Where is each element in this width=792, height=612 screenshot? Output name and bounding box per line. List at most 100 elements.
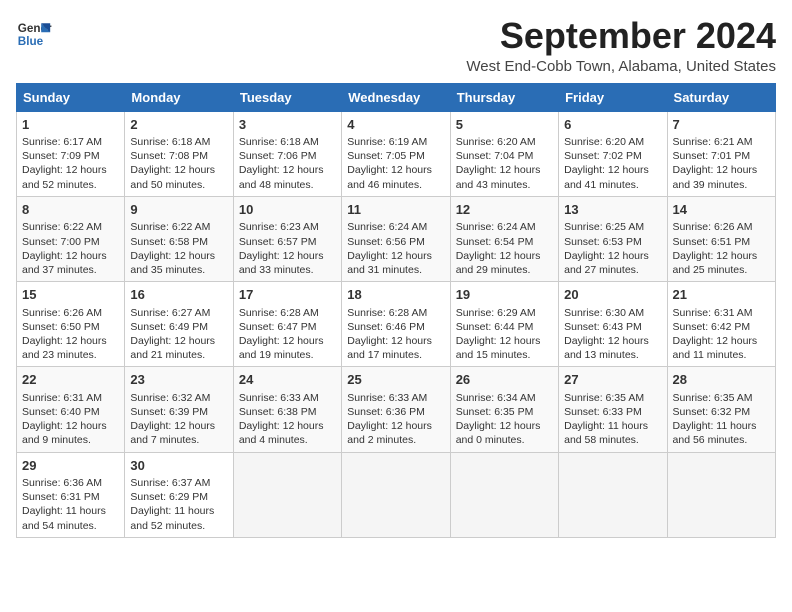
calendar-day	[559, 452, 667, 537]
day-info: Sunrise: 6:37 AMSunset: 6:29 PMDaylight:…	[130, 476, 227, 533]
weekday-header-saturday: Saturday	[667, 83, 775, 111]
day-number: 6	[564, 116, 661, 134]
day-info: Sunrise: 6:28 AMSunset: 6:47 PMDaylight:…	[239, 306, 336, 363]
day-info: Sunrise: 6:33 AMSunset: 6:38 PMDaylight:…	[239, 391, 336, 448]
weekday-header-row: SundayMondayTuesdayWednesdayThursdayFrid…	[17, 83, 776, 111]
calendar-week-row: 22Sunrise: 6:31 AMSunset: 6:40 PMDayligh…	[17, 367, 776, 452]
day-info: Sunrise: 6:17 AMSunset: 7:09 PMDaylight:…	[22, 135, 119, 192]
calendar-day: 27 Sunrise: 6:35 AMSunset: 6:33 PMDayligh…	[559, 367, 667, 452]
calendar-day: 9Sunrise: 6:22 AMSunset: 6:58 PMDaylight…	[125, 196, 233, 281]
calendar-day: 7Sunrise: 6:21 AMSunset: 7:01 PMDaylight…	[667, 111, 775, 196]
page-header: General Blue September 2024 West End-Cob…	[16, 16, 776, 75]
day-number: 5	[456, 116, 553, 134]
day-info: Sunrise: 6:26 AMSunset: 6:50 PMDaylight:…	[22, 306, 119, 363]
calendar-week-row: 29Sunrise: 6:36 AMSunset: 6:31 PMDayligh…	[17, 452, 776, 537]
calendar-day: 24 Sunrise: 6:33 AMSunset: 6:38 PMDayligh…	[233, 367, 341, 452]
svg-text:Blue: Blue	[18, 35, 44, 48]
day-number: 25	[347, 371, 444, 389]
day-info: Sunrise: 6:31 AMSunset: 6:42 PMDaylight:…	[673, 306, 770, 363]
month-title: September 2024	[466, 16, 776, 56]
calendar-day: 21 Sunrise: 6:31 AMSunset: 6:42 PMDayligh…	[667, 282, 775, 367]
day-info: Sunrise: 6:30 AMSunset: 6:43 PMDaylight:…	[564, 306, 661, 363]
calendar-day: 30Sunrise: 6:37 AMSunset: 6:29 PMDayligh…	[125, 452, 233, 537]
day-info: Sunrise: 6:18 AMSunset: 7:06 PMDaylight:…	[239, 135, 336, 192]
calendar-day	[342, 452, 450, 537]
day-info: Sunrise: 6:29 AMSunset: 6:44 PMDaylight:…	[456, 306, 553, 363]
day-info: Sunrise: 6:32 AMSunset: 6:39 PMDaylight:…	[130, 391, 227, 448]
day-number: 1	[22, 116, 119, 134]
calendar-day: 1Sunrise: 6:17 AMSunset: 7:09 PMDaylight…	[17, 111, 125, 196]
day-number: 15	[22, 286, 119, 304]
day-number: 8	[22, 201, 119, 219]
day-number: 30	[130, 457, 227, 475]
day-info: Sunrise: 6:34 AMSunset: 6:35 PMDaylight:…	[456, 391, 553, 448]
day-number: 23	[130, 371, 227, 389]
calendar-day: 17 Sunrise: 6:28 AMSunset: 6:47 PMDayligh…	[233, 282, 341, 367]
day-number: 2	[130, 116, 227, 134]
day-number: 17	[239, 286, 336, 304]
day-number: 9	[130, 201, 227, 219]
day-number: 13	[564, 201, 661, 219]
calendar-day: 15 Sunrise: 6:26 AMSunset: 6:50 PMDayligh…	[17, 282, 125, 367]
calendar-day: 20Sunrise: 6:30 AMSunset: 6:43 PMDayligh…	[559, 282, 667, 367]
calendar-day: 23 Sunrise: 6:32 AMSunset: 6:39 PMDayligh…	[125, 367, 233, 452]
weekday-header-sunday: Sunday	[17, 83, 125, 111]
calendar-day: 11Sunrise: 6:24 AMSunset: 6:56 PMDayligh…	[342, 196, 450, 281]
day-info: Sunrise: 6:23 AMSunset: 6:57 PMDaylight:…	[239, 220, 336, 277]
day-number: 7	[673, 116, 770, 134]
day-info: Sunrise: 6:25 AMSunset: 6:53 PMDaylight:…	[564, 220, 661, 277]
weekday-header-tuesday: Tuesday	[233, 83, 341, 111]
day-info: Sunrise: 6:21 AMSunset: 7:01 PMDaylight:…	[673, 135, 770, 192]
day-info: Sunrise: 6:36 AMSunset: 6:31 PMDaylight:…	[22, 476, 119, 533]
day-number: 11	[347, 201, 444, 219]
day-info: Sunrise: 6:35 AMSunset: 6:32 PMDaylight:…	[673, 391, 770, 448]
day-number: 21	[673, 286, 770, 304]
day-info: Sunrise: 6:19 AMSunset: 7:05 PMDaylight:…	[347, 135, 444, 192]
day-info: Sunrise: 6:22 AMSunset: 7:00 PMDaylight:…	[22, 220, 119, 277]
calendar-day	[450, 452, 558, 537]
day-number: 24	[239, 371, 336, 389]
weekday-header-thursday: Thursday	[450, 83, 558, 111]
calendar-day: 26Sunrise: 6:34 AMSunset: 6:35 PMDayligh…	[450, 367, 558, 452]
calendar-day: 18Sunrise: 6:28 AMSunset: 6:46 PMDayligh…	[342, 282, 450, 367]
calendar-day: 19 Sunrise: 6:29 AMSunset: 6:44 PMDayligh…	[450, 282, 558, 367]
calendar-day: 22Sunrise: 6:31 AMSunset: 6:40 PMDayligh…	[17, 367, 125, 452]
calendar-day: 13Sunrise: 6:25 AMSunset: 6:53 PMDayligh…	[559, 196, 667, 281]
day-number: 27	[564, 371, 661, 389]
logo: General Blue	[16, 16, 52, 52]
day-info: Sunrise: 6:27 AMSunset: 6:49 PMDaylight:…	[130, 306, 227, 363]
day-number: 10	[239, 201, 336, 219]
weekday-header-monday: Monday	[125, 83, 233, 111]
weekday-header-friday: Friday	[559, 83, 667, 111]
calendar-day: 6Sunrise: 6:20 AMSunset: 7:02 PMDaylight…	[559, 111, 667, 196]
calendar-day: 14Sunrise: 6:26 AMSunset: 6:51 PMDayligh…	[667, 196, 775, 281]
calendar-day: 4Sunrise: 6:19 AMSunset: 7:05 PMDaylight…	[342, 111, 450, 196]
weekday-header-wednesday: Wednesday	[342, 83, 450, 111]
day-info: Sunrise: 6:35 AMSunset: 6:33 PMDaylight:…	[564, 391, 661, 448]
day-number: 14	[673, 201, 770, 219]
calendar-week-row: 15 Sunrise: 6:26 AMSunset: 6:50 PMDayligh…	[17, 282, 776, 367]
day-info: Sunrise: 6:33 AMSunset: 6:36 PMDaylight:…	[347, 391, 444, 448]
calendar-day	[667, 452, 775, 537]
calendar-week-row: 1Sunrise: 6:17 AMSunset: 7:09 PMDaylight…	[17, 111, 776, 196]
day-number: 18	[347, 286, 444, 304]
day-info: Sunrise: 6:20 AMSunset: 7:04 PMDaylight:…	[456, 135, 553, 192]
calendar-day: 29Sunrise: 6:36 AMSunset: 6:31 PMDayligh…	[17, 452, 125, 537]
day-info: Sunrise: 6:24 AMSunset: 6:56 PMDaylight:…	[347, 220, 444, 277]
day-number: 19	[456, 286, 553, 304]
calendar-day: 16 Sunrise: 6:27 AMSunset: 6:49 PMDayligh…	[125, 282, 233, 367]
calendar-day: 2Sunrise: 6:18 AMSunset: 7:08 PMDaylight…	[125, 111, 233, 196]
day-number: 4	[347, 116, 444, 134]
calendar-day: 28 Sunrise: 6:35 AMSunset: 6:32 PMDayligh…	[667, 367, 775, 452]
day-info: Sunrise: 6:20 AMSunset: 7:02 PMDaylight:…	[564, 135, 661, 192]
day-info: Sunrise: 6:24 AMSunset: 6:54 PMDaylight:…	[456, 220, 553, 277]
calendar-day: 25 Sunrise: 6:33 AMSunset: 6:36 PMDayligh…	[342, 367, 450, 452]
day-info: Sunrise: 6:26 AMSunset: 6:51 PMDaylight:…	[673, 220, 770, 277]
calendar-day: 3Sunrise: 6:18 AMSunset: 7:06 PMDaylight…	[233, 111, 341, 196]
day-number: 12	[456, 201, 553, 219]
day-number: 16	[130, 286, 227, 304]
location-title: West End-Cobb Town, Alabama, United Stat…	[466, 58, 776, 75]
day-number: 28	[673, 371, 770, 389]
logo-icon: General Blue	[16, 16, 52, 52]
title-block: September 2024 West End-Cobb Town, Alaba…	[466, 16, 776, 75]
